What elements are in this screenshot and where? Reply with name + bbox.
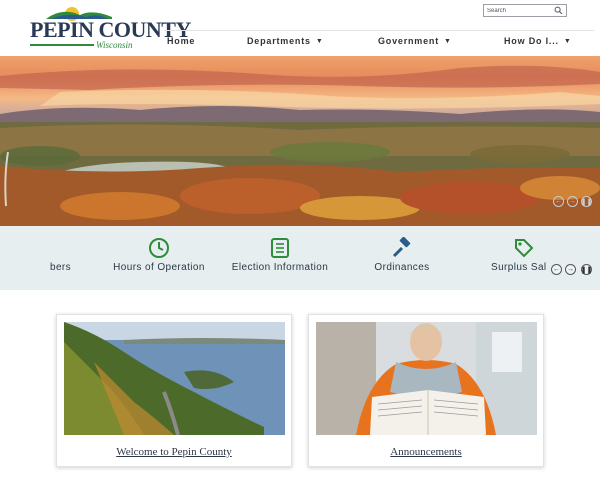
page: PEPIN COUNTY Wisconsin Home Departments … [0,0,600,480]
nav-departments-label: Departments [247,36,311,46]
quick-link-hours[interactable]: Hours of Operation [94,226,224,290]
nav-departments[interactable]: Departments ▼ [247,33,324,49]
river-valley-photo [64,322,285,435]
hero-landscape-image [0,56,600,226]
gavel-icon [392,237,411,258]
nav-home[interactable]: Home [167,33,195,49]
nav-government[interactable]: Government ▼ [378,33,452,49]
next-icon: → [569,198,576,205]
hero-prev-button[interactable]: ← [553,196,564,207]
newspaper-reader-photo [316,322,537,435]
quick-link-label: Election Information [231,262,329,273]
quick-link-ordinances[interactable]: Ordinances [337,226,467,290]
search-icon[interactable] [554,6,563,15]
nav-home-label: Home [167,36,196,46]
pause-icon: ❚❚ [580,198,593,206]
quick-links-pause-button[interactable]: ❚❚ [581,264,592,275]
logo-subtitle: Wisconsin [96,40,133,50]
announcements-card-caption[interactable]: Announcements [309,446,543,458]
main-nav: Home Departments ▼ Government ▼ How Do I… [160,33,600,49]
search-box [483,4,567,17]
tag-icon [515,239,534,258]
previous-icon: ← [555,198,562,205]
nav-how-do-i-label: How Do I... [504,36,559,46]
quick-link-label: Ordinances [374,262,430,273]
logo-underline [30,44,94,46]
quick-links-band: bers Hours of Operation Election Informa… [0,226,600,290]
quick-link-surplus[interactable]: Surplus Sal [459,226,589,290]
quick-links-next-button[interactable]: → [565,264,576,275]
search-input[interactable] [487,5,553,16]
site-header: PEPIN COUNTY Wisconsin Home Departments … [0,0,600,56]
nav-divider [164,30,594,31]
quick-link-label: Hours of Operation [113,262,205,273]
hero-pause-button[interactable]: ❚❚ [581,196,592,207]
pause-icon: ❚❚ [580,266,593,274]
clock-icon [149,238,169,258]
welcome-card[interactable]: Welcome to Pepin County [56,314,292,467]
next-icon: → [567,266,574,273]
welcome-card-caption[interactable]: Welcome to Pepin County [57,446,291,458]
county-logo[interactable]: PEPIN COUNTY Wisconsin [28,3,191,51]
nav-how-do-i[interactable]: How Do I... ▼ [504,33,572,49]
nav-government-label: Government [378,36,440,46]
previous-icon: ← [553,266,560,273]
hero-next-button[interactable]: → [567,196,578,207]
hero-banner [0,56,600,226]
chevron-down-icon: ▼ [563,37,572,45]
chevron-down-icon: ▼ [444,37,452,45]
quick-link-election[interactable]: Election Information [215,226,345,290]
list-icon [271,238,289,258]
quick-links-prev-button[interactable]: ← [551,264,562,275]
announcements-card[interactable]: Announcements [308,314,544,467]
chevron-down-icon: ▼ [315,37,324,45]
